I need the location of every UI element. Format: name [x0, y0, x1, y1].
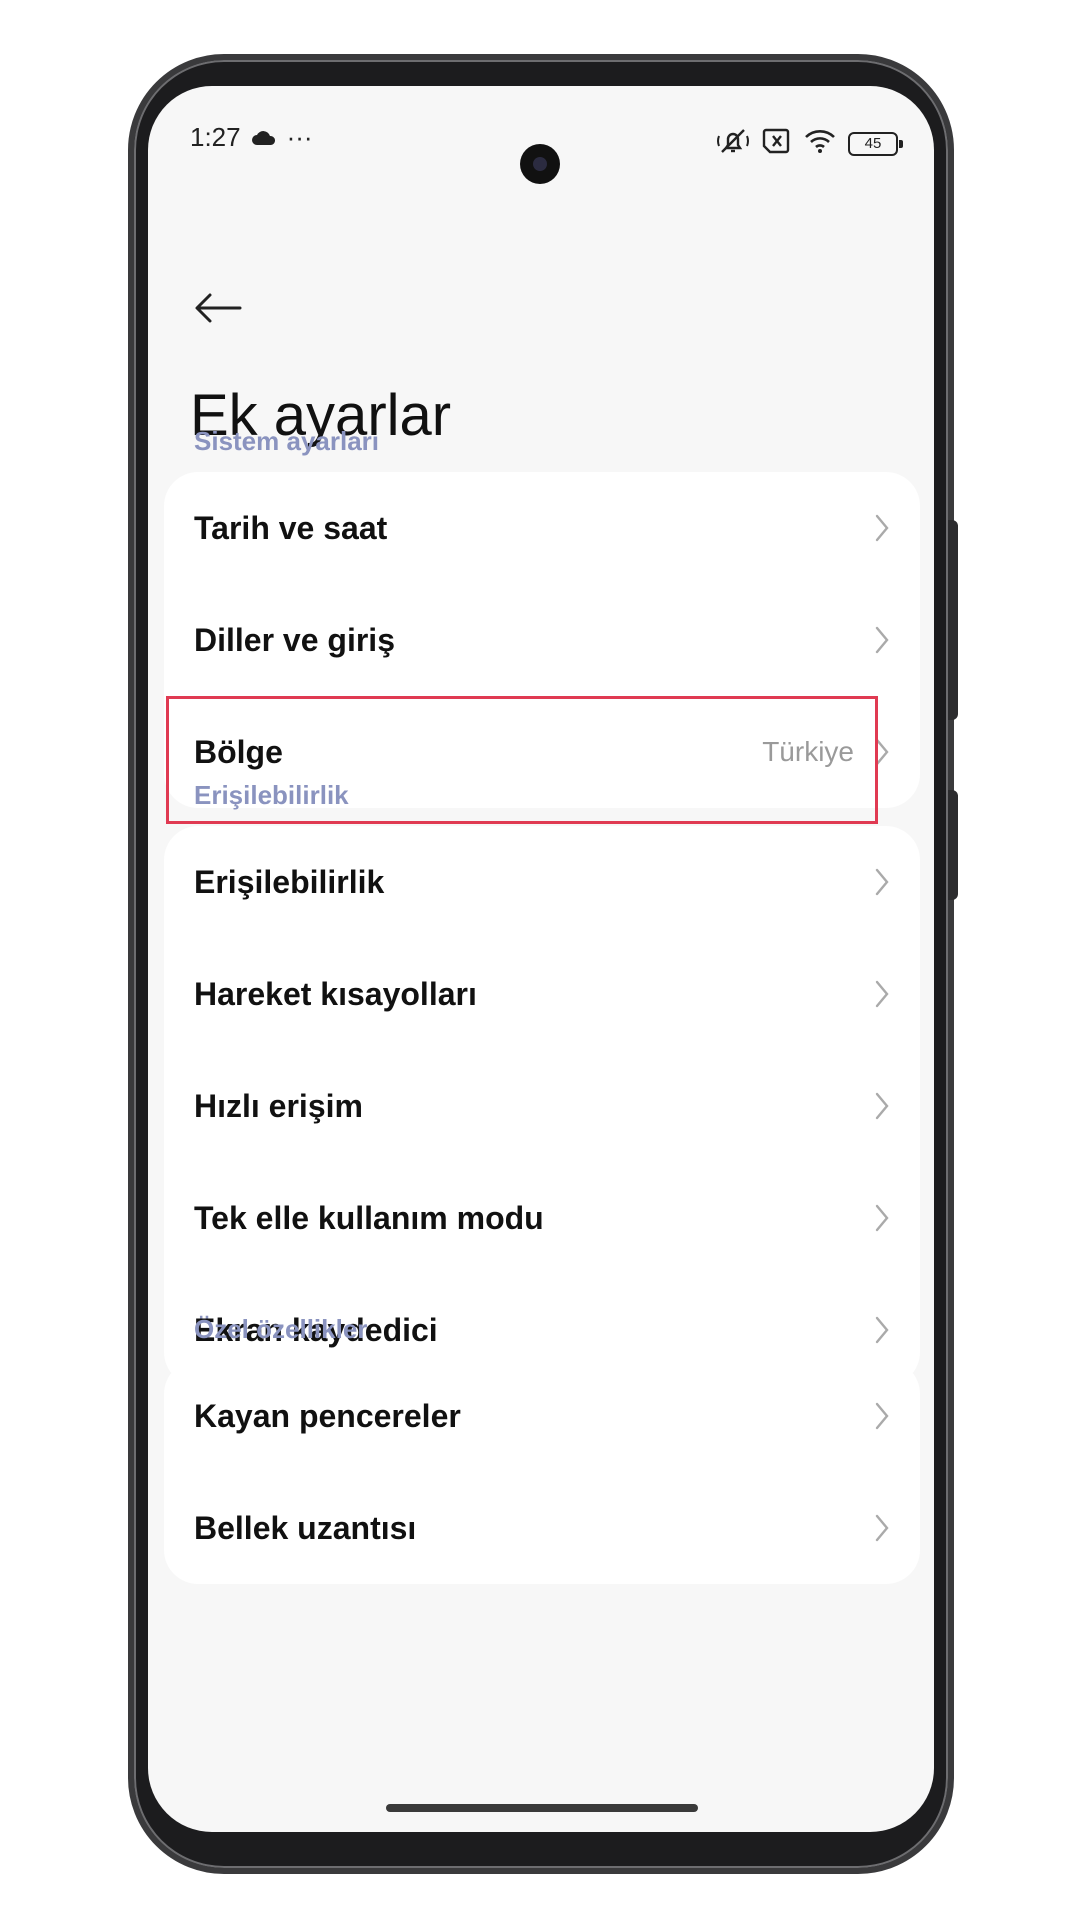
chevron-right-icon [872, 1400, 892, 1432]
phone-screen: 1:27 ··· 45 Ek ayarlar Sistem ayarları T… [148, 86, 934, 1832]
chevron-right-icon [872, 1202, 892, 1234]
chevron-right-icon [872, 978, 892, 1010]
home-indicator[interactable] [386, 1804, 698, 1812]
battery-icon: 45 [848, 131, 903, 156]
chevron-right-icon [872, 1512, 892, 1544]
accessibility-card: Erişilebilirlik Hareket kısayolları Hızl… [164, 826, 920, 1386]
status-bar: 1:27 ··· 45 [148, 122, 934, 184]
settings-item-label: Tarih ve saat [194, 509, 388, 546]
more-notifications-icon: ··· [286, 122, 313, 152]
settings-item-floating-windows[interactable]: Kayan pencereler [164, 1360, 920, 1472]
front-camera [520, 144, 560, 184]
chevron-right-icon [872, 1090, 892, 1122]
status-right: 45 [716, 126, 903, 161]
chevron-right-icon [872, 1314, 892, 1346]
settings-item-languages[interactable]: Diller ve giriş [164, 584, 920, 696]
chevron-right-icon [872, 736, 892, 768]
system-settings-card: Tarih ve saat Diller ve giriş Bölge Türk… [164, 472, 920, 808]
mute-icon [716, 126, 750, 161]
back-arrow-icon [195, 293, 242, 323]
section-label-accessibility: Erişilebilirlik [194, 780, 349, 810]
settings-item-label: Bellek uzantısı [194, 1509, 417, 1546]
settings-item-gesture-shortcuts[interactable]: Hareket kısayolları [164, 938, 920, 1050]
settings-item-one-handed-mode[interactable]: Tek elle kullanım modu [164, 1162, 920, 1274]
settings-item-label: Hareket kısayolları [194, 975, 477, 1012]
settings-item-accessibility[interactable]: Erişilebilirlik [164, 826, 920, 938]
chevron-right-icon [872, 512, 892, 544]
back-button[interactable] [188, 278, 248, 338]
settings-item-label: Kayan pencereler [194, 1397, 461, 1434]
region-value: Türkiye [762, 736, 854, 767]
status-time: 1:27 [190, 122, 241, 152]
settings-item-date-time[interactable]: Tarih ve saat [164, 472, 920, 584]
special-features-card: Kayan pencereler Bellek uzantısı [164, 1360, 920, 1584]
chevron-right-icon [872, 624, 892, 656]
section-label-special-features: Özel özellikler [194, 1314, 368, 1344]
power-button [948, 520, 958, 720]
settings-item-quick-access[interactable]: Hızlı erişim [164, 1050, 920, 1162]
status-left: 1:27 ··· [190, 122, 313, 153]
volume-button [948, 790, 958, 900]
section-label-system: Sistem ayarları [194, 426, 380, 456]
settings-item-memory-extension[interactable]: Bellek uzantısı [164, 1472, 920, 1584]
settings-item-label: Diller ve giriş [194, 621, 395, 658]
settings-item-label: Hızlı erişim [194, 1087, 363, 1124]
settings-item-label: Erişilebilirlik [194, 863, 385, 900]
chevron-right-icon [872, 866, 892, 898]
settings-item-label: Bölge [194, 733, 283, 770]
wifi-icon [804, 128, 836, 159]
settings-item-label: Tek elle kullanım modu [194, 1199, 544, 1236]
no-sim-icon [762, 127, 792, 160]
cloud-icon [251, 122, 277, 153]
